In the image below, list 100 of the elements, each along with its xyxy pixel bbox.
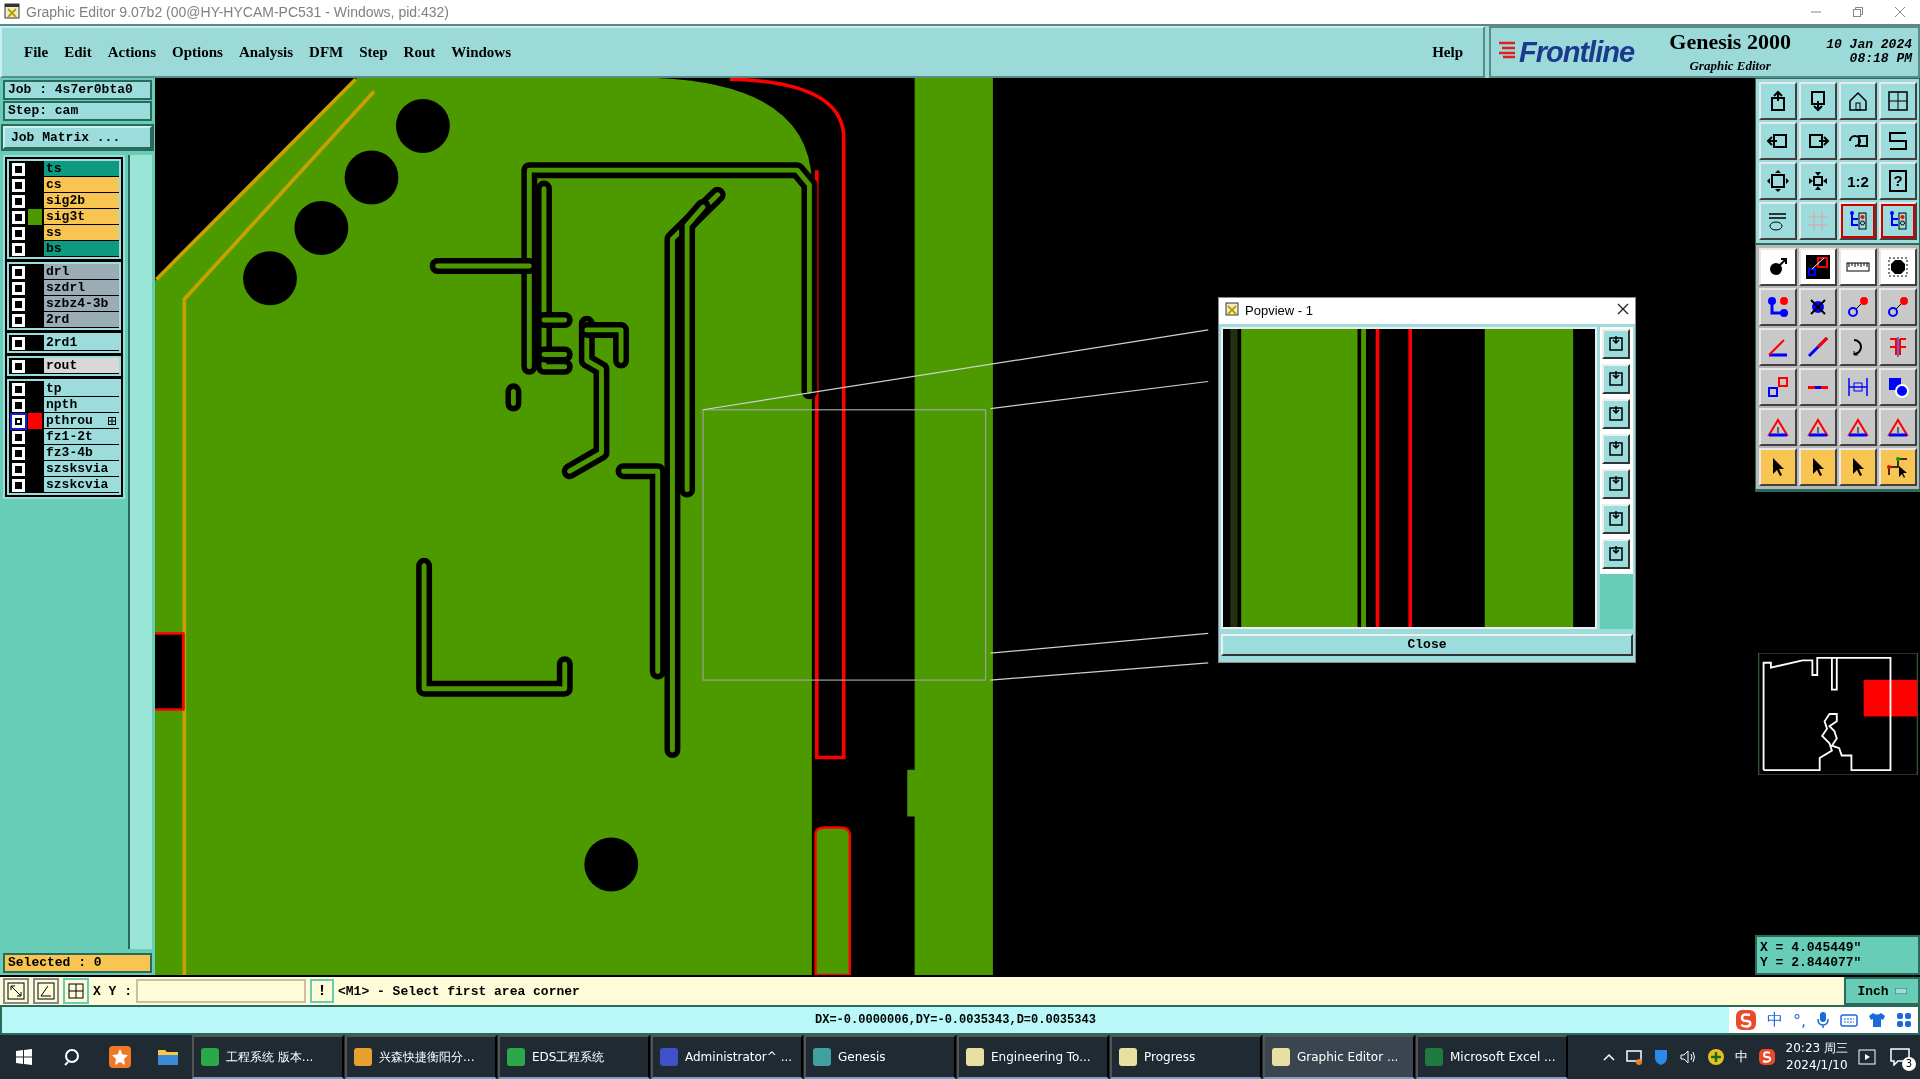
tools-button[interactable] [1759, 202, 1797, 240]
menu-item[interactable]: Step [351, 40, 396, 64]
layer-checkbox[interactable] [12, 282, 25, 295]
layer-checkbox[interactable] [12, 337, 25, 350]
layer-name[interactable]: szbz4-3b [44, 296, 119, 312]
layer-name[interactable]: szdrl [44, 280, 119, 296]
arrow-down-button[interactable] [1602, 398, 1630, 429]
layer-name[interactable]: tp [44, 381, 119, 397]
expand-button[interactable] [1602, 503, 1630, 534]
clock-date[interactable]: 2024/1/10 [1786, 1057, 1848, 1074]
layer-checkbox[interactable] [12, 360, 25, 373]
menu-item[interactable]: Windows [443, 40, 519, 64]
layer-checkbox[interactable] [12, 479, 25, 492]
arrow-left-button[interactable] [1602, 433, 1630, 464]
layer-checkbox[interactable] [12, 431, 25, 444]
taskbar-app-button[interactable]: Graphic Editor ... [1263, 1035, 1415, 1079]
taskbar-app-button[interactable]: 兴森快捷衡阳分... [345, 1035, 497, 1079]
connected-dots-button[interactable] [1759, 288, 1797, 326]
layer-name[interactable]: fz1-2t [44, 429, 119, 445]
scrollbar-track[interactable] [128, 155, 152, 949]
menu-item[interactable]: Rout [395, 40, 444, 64]
taskbar-app-button[interactable]: Genesis [804, 1035, 956, 1079]
layer-checkbox[interactable] [12, 227, 25, 240]
route-pointer-button[interactable] [1879, 448, 1917, 486]
layer-name[interactable]: drl [44, 264, 119, 280]
layer-name[interactable]: 2rd1 [44, 335, 119, 351]
layer-checkbox[interactable] [12, 163, 25, 176]
layer-name[interactable]: 2rd [44, 312, 119, 328]
measure-button[interactable] [1839, 368, 1877, 406]
ruler-button[interactable] [1839, 248, 1877, 286]
taskbar-app-button[interactable]: Microsoft Excel ... [1416, 1035, 1568, 1079]
layer-name[interactable]: fz3-4b [44, 445, 119, 461]
pointer-button[interactable] [1839, 448, 1877, 486]
taskbar-app-button[interactable]: Engineering To... [957, 1035, 1109, 1079]
layer-down-button[interactable] [1799, 82, 1837, 120]
pointer-button[interactable] [1759, 448, 1797, 486]
layer-checkbox[interactable] [12, 383, 25, 396]
pad-button[interactable] [1759, 248, 1797, 286]
octagon-button[interactable] [1879, 248, 1917, 286]
circuit-button[interactable] [1879, 202, 1917, 240]
menu-item[interactable]: Edit [56, 40, 100, 64]
layer-name[interactable]: szsksvia [44, 461, 119, 477]
layer-name[interactable]: sig2b [44, 193, 119, 209]
contract-button[interactable] [1799, 162, 1837, 200]
line-segment-button[interactable] [1799, 368, 1837, 406]
arrow-right-button[interactable] [1799, 122, 1837, 160]
triangle-button[interactable] [1799, 408, 1837, 446]
arrow-up-button[interactable] [1602, 363, 1630, 394]
menu-item[interactable]: DFM [301, 40, 352, 64]
scale-button[interactable]: 1:2 [1839, 162, 1877, 200]
help-button[interactable]: ? [1879, 162, 1917, 200]
ime-option[interactable]: °, [1792, 1010, 1806, 1030]
close-button[interactable]: Close [1221, 633, 1633, 656]
layer-checkbox[interactable] [12, 415, 25, 428]
layer-checkbox[interactable] [12, 266, 25, 279]
layer-checkbox[interactable] [12, 447, 25, 460]
dot-arrow-button[interactable] [1879, 288, 1917, 326]
menu-item[interactable]: Options [164, 40, 231, 64]
angle-button[interactable] [33, 978, 59, 1004]
ime-option[interactable]: 中 [1766, 1009, 1783, 1031]
ime-indicator[interactable]: 中 [1734, 1048, 1748, 1066]
angle-line-button[interactable] [1759, 328, 1797, 366]
layer-name[interactable]: pthrou [44, 413, 119, 429]
layer-name[interactable]: ss [44, 225, 119, 241]
layer-checkbox[interactable] [12, 179, 25, 192]
layer-checkbox[interactable] [12, 298, 25, 311]
layer-name[interactable]: sig3t [44, 209, 119, 225]
taskbar-app-button[interactable]: EDS工程系统 [498, 1035, 650, 1079]
layer-checkbox[interactable] [12, 211, 25, 224]
job-matrix-button[interactable]: Job Matrix ... [3, 126, 152, 149]
menu-item[interactable]: Help [1424, 40, 1471, 64]
window-grid-button[interactable] [1879, 82, 1917, 120]
triangle-button[interactable] [1759, 408, 1797, 446]
notifications-button[interactable]: 3 [1886, 1043, 1914, 1071]
menu-item[interactable]: Analysis [230, 40, 302, 64]
cross-pad-button[interactable] [1799, 288, 1837, 326]
triangle-button[interactable] [1879, 408, 1917, 446]
contract-button[interactable] [1602, 538, 1630, 569]
layer-name[interactable]: ts [44, 161, 119, 177]
squares-button[interactable] [1759, 368, 1797, 406]
undo-button[interactable] [1839, 122, 1877, 160]
mirror-button[interactable] [1879, 328, 1917, 366]
layer-name[interactable]: szskcvia [44, 477, 119, 493]
arrow-left-button[interactable] [1759, 122, 1797, 160]
taskbar-app-button[interactable]: 工程系统 版本... [192, 1035, 344, 1079]
menu-item[interactable]: Actions [99, 40, 164, 64]
home-button[interactable] [1839, 82, 1877, 120]
triangle-button[interactable] [1839, 408, 1877, 446]
expand-button[interactable] [1759, 162, 1797, 200]
clock-time[interactable]: 20:23 周三 [1785, 1040, 1848, 1057]
layer-checkbox[interactable] [12, 195, 25, 208]
taskbar-app-button[interactable]: Progress [1110, 1035, 1262, 1079]
menu-item[interactable]: File [16, 40, 57, 64]
layer-checkbox[interactable] [12, 399, 25, 412]
circuit-button[interactable] [1839, 202, 1877, 240]
taskbar-app-button[interactable]: Administrator^ ... [651, 1035, 803, 1079]
alert-button[interactable]: ! [310, 979, 334, 1003]
arrow-right-button[interactable] [1602, 468, 1630, 499]
line-button[interactable] [1799, 328, 1837, 366]
dot-arrow-button[interactable] [1839, 288, 1877, 326]
